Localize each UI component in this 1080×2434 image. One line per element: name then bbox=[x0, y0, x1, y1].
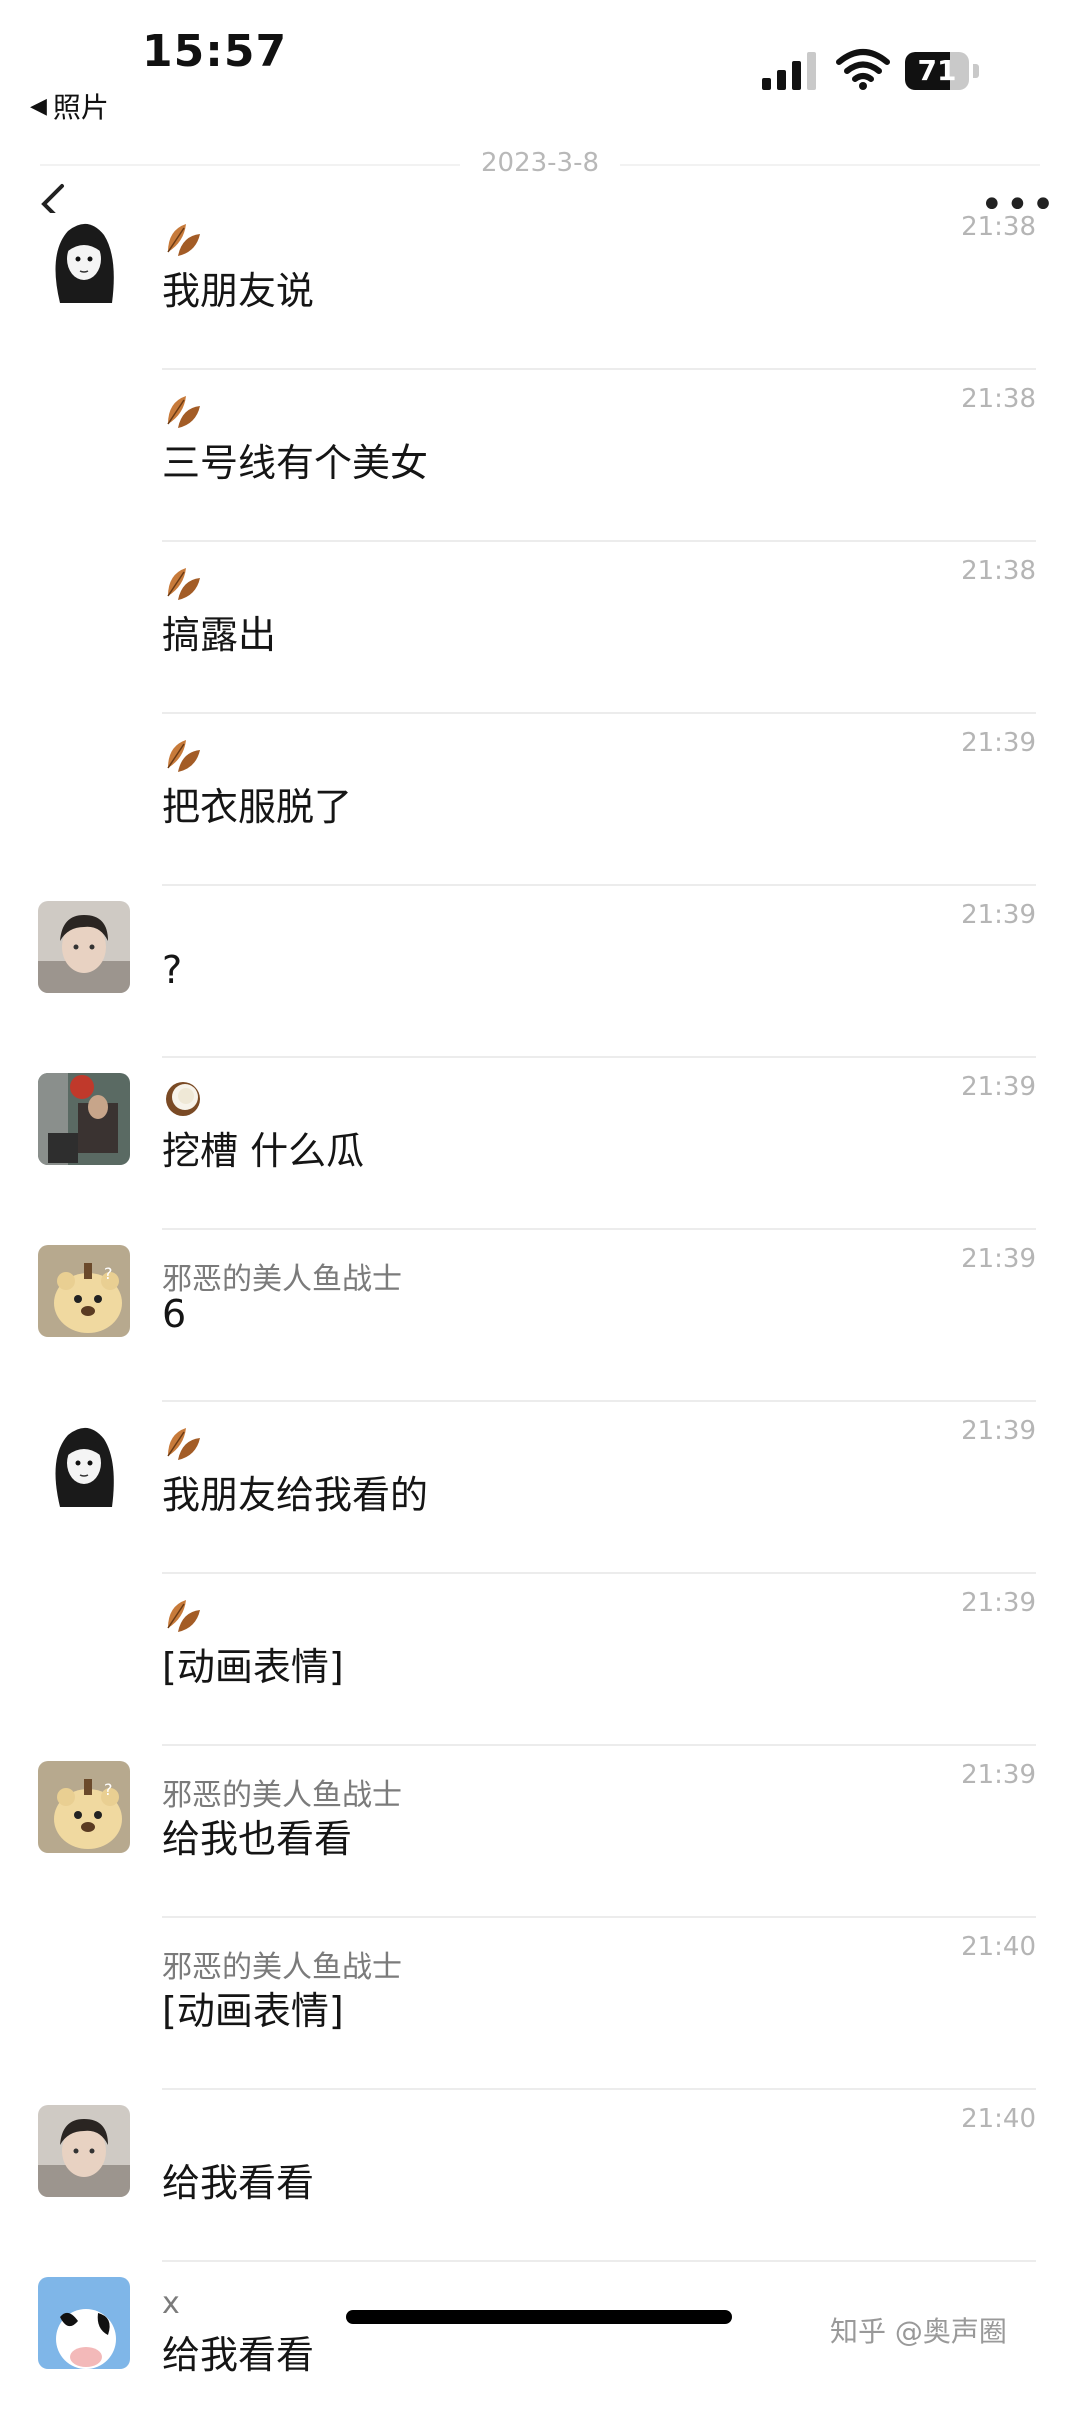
back-to-app-link[interactable]: ◀ 照片 bbox=[30, 86, 109, 126]
avatar[interactable] bbox=[38, 213, 130, 305]
back-app-label: 照片 bbox=[52, 91, 109, 124]
avatar[interactable] bbox=[38, 2277, 130, 2369]
avatar[interactable] bbox=[38, 2105, 130, 2197]
message-row[interactable]: [动画表情] 21:39 bbox=[0, 1574, 1080, 1746]
battery-level: 71 bbox=[917, 54, 957, 87]
message-text: 给我看看 bbox=[162, 2161, 315, 2205]
message-text: 三号线有个美女 bbox=[162, 441, 429, 485]
message-text: 6 bbox=[162, 1292, 187, 1336]
message-row[interactable]: 邪恶的美人鱼战士 [动画表情] 21:40 bbox=[0, 1918, 1080, 2090]
svg-text:?: ? bbox=[104, 1264, 113, 1283]
message-text: 搞露出 bbox=[162, 613, 277, 657]
message-time: 21:39 bbox=[961, 1760, 1036, 1790]
message-time: 21:38 bbox=[961, 556, 1036, 586]
message-row[interactable]: 给我看看 21:40 bbox=[0, 2090, 1080, 2262]
leaf-emoji-icon bbox=[162, 734, 204, 776]
avatar[interactable] bbox=[38, 1073, 130, 1165]
watermark: 知乎 @奥声圈 bbox=[830, 2315, 1007, 2348]
message-time: 21:39 bbox=[961, 1416, 1036, 1446]
status-time: 15:57 bbox=[142, 26, 288, 77]
message-row[interactable]: 我朋友给我看的 21:39 bbox=[0, 1402, 1080, 1574]
message-row[interactable]: 我朋友说 21:38 bbox=[0, 198, 1080, 370]
message-time: 21:38 bbox=[961, 212, 1036, 242]
message-time: 21:39 bbox=[961, 900, 1036, 930]
leaf-emoji-icon bbox=[162, 390, 204, 432]
battery-indicator: 71 bbox=[905, 52, 981, 92]
date-label: 2023-3-8 bbox=[460, 148, 620, 178]
message-text: [动画表情] bbox=[162, 1645, 344, 1689]
avatar[interactable]: ? bbox=[38, 1761, 130, 1853]
avatar[interactable]: ? bbox=[38, 1245, 130, 1337]
message-text: [动画表情] bbox=[162, 1989, 344, 2033]
message-text: 把衣服脱了 bbox=[162, 785, 353, 829]
message-row[interactable]: ? 邪恶的美人鱼战士 6 21:39 bbox=[0, 1230, 1080, 1402]
wifi-icon bbox=[836, 49, 890, 90]
message-time: 21:39 bbox=[961, 1588, 1036, 1618]
message-row[interactable]: 搞露出 21:38 bbox=[0, 542, 1080, 714]
svg-text:?: ? bbox=[104, 1780, 113, 1799]
avatar[interactable] bbox=[38, 901, 130, 993]
leaf-emoji-icon bbox=[162, 562, 204, 604]
message-time: 21:40 bbox=[961, 1932, 1036, 1962]
avatar[interactable] bbox=[38, 1417, 130, 1509]
message-row[interactable]: ? 21:39 bbox=[0, 886, 1080, 1058]
sender-name: 邪恶的美人鱼战士 bbox=[162, 1262, 402, 1297]
message-time: 21:39 bbox=[961, 1072, 1036, 1102]
message-text: 给我也看看 bbox=[162, 1817, 353, 1861]
message-text: 我朋友说 bbox=[162, 269, 315, 313]
back-triangle-icon: ◀ bbox=[30, 93, 47, 119]
message-row[interactable]: 三号线有个美女 21:38 bbox=[0, 370, 1080, 542]
message-time: 21:40 bbox=[961, 2104, 1036, 2134]
message-row[interactable]: ? 邪恶的美人鱼战士 给我也看看 21:39 bbox=[0, 1746, 1080, 1918]
coconut-emoji-icon bbox=[162, 1078, 204, 1120]
home-indicator[interactable] bbox=[346, 2310, 732, 2324]
message-time: 21:38 bbox=[961, 384, 1036, 414]
message-text: ? bbox=[162, 948, 183, 992]
sender-name: x bbox=[162, 2286, 180, 2321]
message-text: 我朋友给我看的 bbox=[162, 1473, 429, 1517]
leaf-emoji-icon bbox=[162, 1422, 204, 1464]
message-row[interactable]: 挖槽 什么瓜 21:39 bbox=[0, 1058, 1080, 1230]
message-text: 挖槽 什么瓜 bbox=[162, 1129, 365, 1173]
cellular-signal-icon bbox=[762, 52, 816, 90]
message-time: 21:39 bbox=[961, 1244, 1036, 1274]
status-bar: 15:57 ◀ 照片 71 bbox=[0, 0, 1080, 150]
message-text: 给我看看 bbox=[162, 2333, 315, 2377]
leaf-emoji-icon bbox=[162, 1594, 204, 1636]
message-time: 21:39 bbox=[961, 728, 1036, 758]
message-row[interactable]: 把衣服脱了 21:39 bbox=[0, 714, 1080, 886]
leaf-emoji-icon bbox=[162, 218, 204, 260]
